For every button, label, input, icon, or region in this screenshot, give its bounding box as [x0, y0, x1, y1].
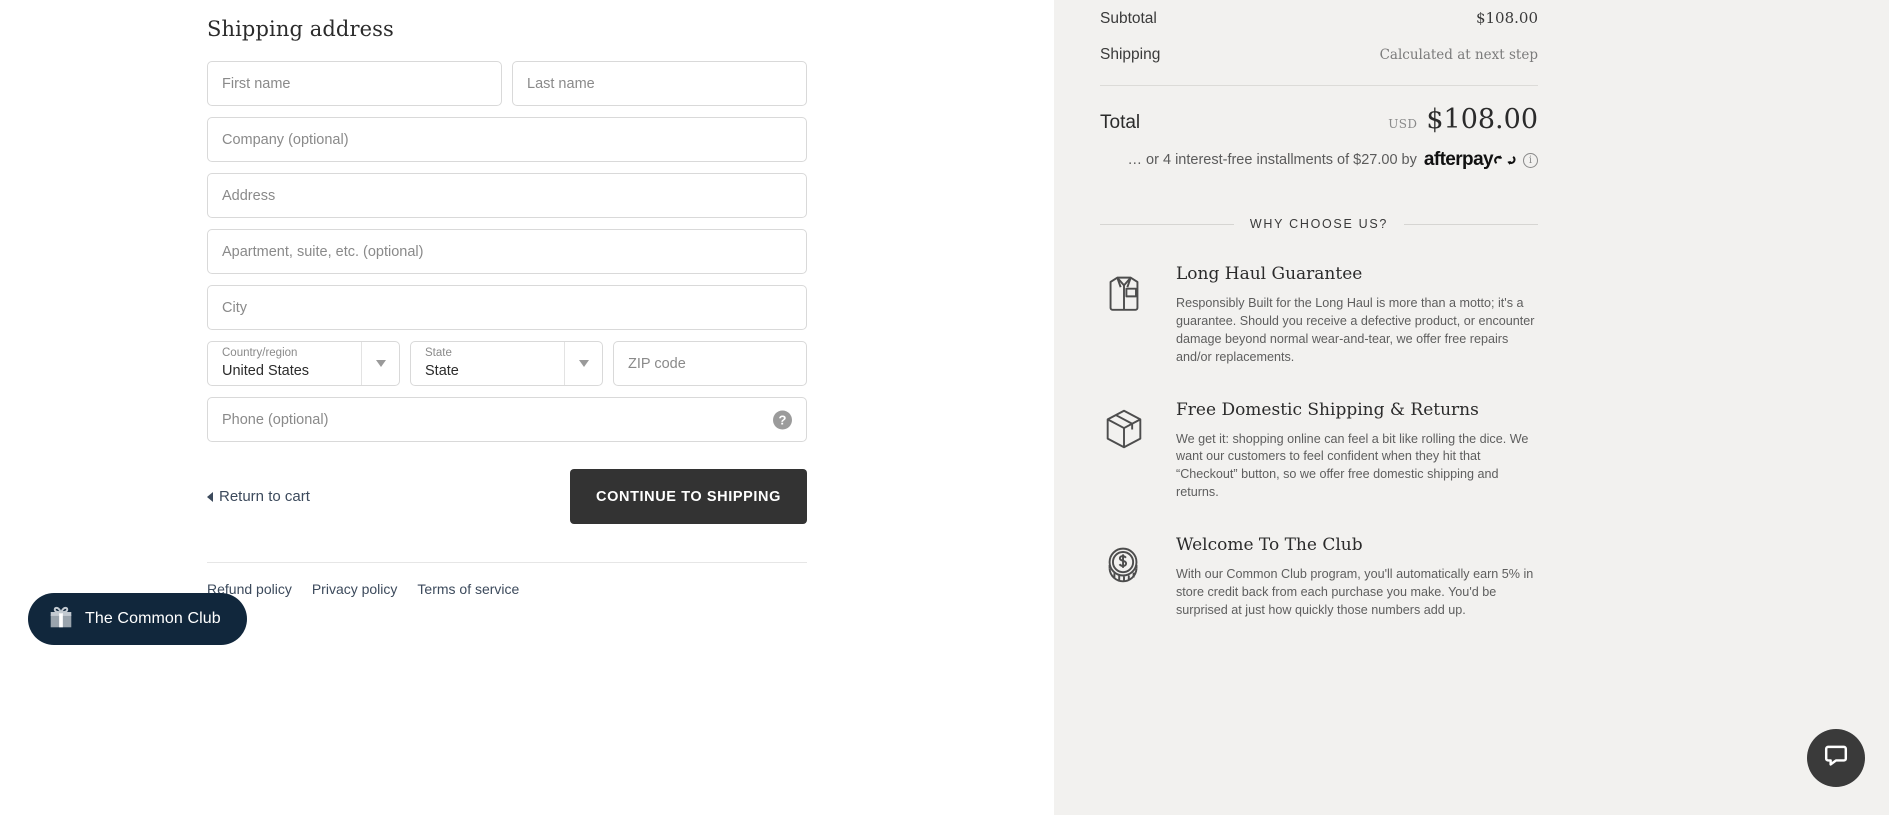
afterpay-logo: afterpay: [1424, 149, 1516, 171]
footer-links: Refund policy Privacy policy Terms of se…: [207, 563, 807, 597]
subtotal-value: $108.00: [1475, 9, 1538, 27]
return-to-cart-link[interactable]: Return to cart: [207, 488, 310, 505]
terms-of-service-link[interactable]: Terms of service: [417, 581, 519, 597]
currency-code: USD: [1388, 117, 1418, 131]
apartment-row: Apartment, suite, etc. (optional): [207, 229, 807, 274]
benefit-item: Free Domestic Shipping & Returns We get …: [1100, 400, 1538, 503]
benefit-title: Free Domestic Shipping & Returns: [1176, 399, 1479, 420]
divider-line-left: [1100, 223, 1234, 225]
subtotal-row: Subtotal $108.00: [1100, 0, 1538, 37]
info-icon[interactable]: i: [1523, 152, 1538, 168]
country-select[interactable]: Country/region United States: [207, 341, 400, 386]
state-label: State: [425, 347, 452, 359]
phone-input[interactable]: Phone (optional) ?: [207, 397, 807, 442]
benefit-title: Welcome To The Club: [1176, 535, 1363, 555]
privacy-policy-link[interactable]: Privacy policy: [312, 581, 398, 597]
state-value: State: [425, 363, 459, 379]
company-row: Company (optional): [207, 117, 807, 162]
continue-to-shipping-button[interactable]: CONTINUE TO SHIPPING: [570, 469, 807, 524]
checkout-form-pane: Shipping address First name Last name Co…: [0, 0, 1054, 815]
benefit-item: Welcome To The Club With our Common Club…: [1100, 535, 1538, 620]
shipping-value: Calculated at next step: [1379, 47, 1538, 63]
subtotal-label: Subtotal: [1100, 10, 1157, 27]
benefit-body: Welcome To The Club With our Common Club…: [1176, 535, 1538, 620]
benefit-body: Long Haul Guarantee Responsibly Built fo…: [1176, 264, 1538, 367]
summary-divider: [1100, 85, 1538, 86]
benefit-text: With our Common Club program, you'll aut…: [1176, 567, 1534, 617]
page-title: Shipping address: [207, 17, 394, 41]
coin-dollar-icon: [1100, 535, 1150, 593]
zip-input[interactable]: ZIP code: [613, 341, 807, 386]
why-choose-us-title: WHY CHOOSE US?: [1249, 217, 1389, 231]
company-placeholder: Company (optional): [222, 131, 349, 148]
address-row: Address: [207, 173, 807, 218]
order-summary-pane: Subtotal $108.00 Shipping Calculated at …: [1054, 0, 1889, 815]
shipping-label: Shipping: [1100, 46, 1161, 63]
city-row: City: [207, 285, 807, 330]
address-input[interactable]: Address: [207, 173, 807, 218]
question-mark-icon[interactable]: ?: [773, 410, 792, 429]
why-choose-us-divider: WHY CHOOSE US?: [1100, 217, 1538, 231]
last-name-input[interactable]: Last name: [512, 61, 807, 106]
common-club-label: The Common Club: [85, 610, 221, 627]
checkout-page: Shipping address First name Last name Co…: [0, 0, 1889, 815]
package-box-icon: [1100, 400, 1150, 458]
benefit-body: Free Domestic Shipping & Returns We get …: [1176, 400, 1538, 503]
chevron-down-icon[interactable]: [361, 342, 399, 385]
state-select[interactable]: State State: [410, 341, 603, 386]
address-placeholder: Address: [222, 187, 276, 204]
last-name-placeholder: Last name: [527, 75, 595, 92]
chat-bubble-icon: [1822, 742, 1850, 775]
apartment-input[interactable]: Apartment, suite, etc. (optional): [207, 229, 807, 274]
total-amount: $108.00: [1426, 104, 1538, 135]
common-club-widget[interactable]: The Common Club: [28, 593, 247, 645]
name-row: First name Last name: [207, 61, 807, 106]
shipping-row: Shipping Calculated at next step: [1100, 37, 1538, 73]
country-label: Country/region: [222, 347, 298, 359]
folded-shirt-icon: [1100, 264, 1150, 322]
total-label: Total: [1100, 112, 1141, 133]
first-name-placeholder: First name: [222, 75, 291, 92]
afterpay-wordmark: afterpay: [1423, 149, 1494, 170]
form-actions: Return to cart CONTINUE TO SHIPPING: [207, 469, 807, 524]
first-name-input[interactable]: First name: [207, 61, 502, 106]
apartment-placeholder: Apartment, suite, etc. (optional): [222, 243, 424, 260]
chat-launcher-button[interactable]: [1807, 729, 1865, 787]
benefit-item: Long Haul Guarantee Responsibly Built fo…: [1100, 264, 1538, 367]
benefit-text: Responsibly Built for the Long Haul is m…: [1176, 296, 1535, 364]
benefit-title: Long Haul Guarantee: [1176, 264, 1363, 284]
country-value: United States: [222, 363, 310, 379]
phone-placeholder: Phone (optional): [222, 411, 329, 428]
afterpay-row: … or 4 interest-free installments of $27…: [1100, 149, 1538, 171]
gift-icon: [48, 604, 74, 635]
total-amount-group: USD $108.00: [1388, 104, 1538, 135]
shipping-form: Shipping address First name Last name Co…: [207, 0, 807, 597]
divider-line-right: [1404, 223, 1538, 225]
afterpay-text: … or 4 interest-free installments of $27…: [1127, 152, 1417, 168]
country-state-zip-row: Country/region United States State State…: [207, 341, 807, 386]
chevron-left-icon: [207, 491, 213, 502]
city-placeholder: City: [222, 299, 247, 316]
zip-placeholder: ZIP code: [628, 355, 686, 372]
city-input[interactable]: City: [207, 285, 807, 330]
chevron-down-icon[interactable]: [564, 342, 602, 385]
phone-row: Phone (optional) ?: [207, 397, 807, 442]
company-input[interactable]: Company (optional): [207, 117, 807, 162]
total-row: Total USD $108.00: [1100, 94, 1538, 135]
return-to-cart-label: Return to cart: [219, 488, 310, 505]
order-summary: Subtotal $108.00 Shipping Calculated at …: [1100, 0, 1538, 620]
benefit-text: We get it: shopping online can feel a bi…: [1176, 431, 1529, 500]
